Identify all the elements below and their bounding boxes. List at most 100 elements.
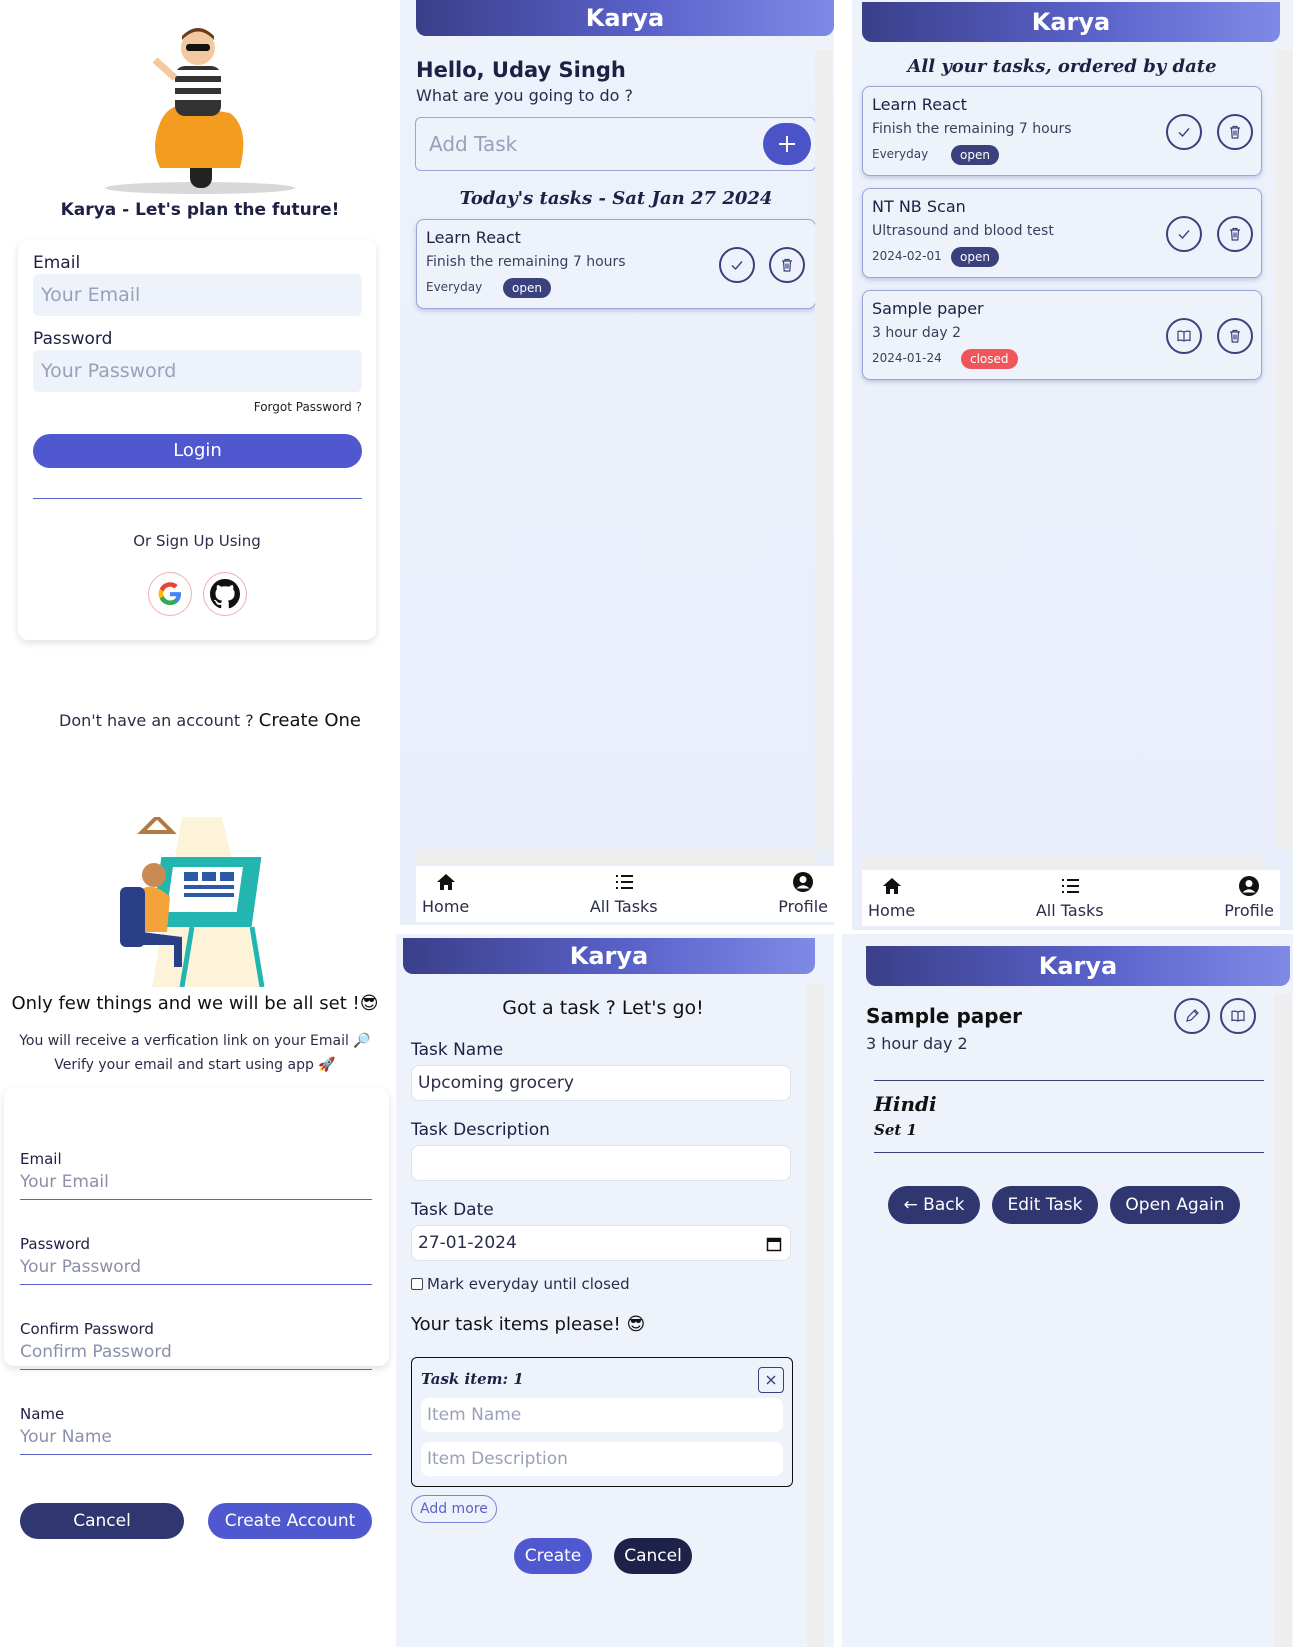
- horizontal-scrollbar[interactable]: [862, 855, 1262, 869]
- task-date: Everyday: [426, 280, 483, 294]
- name-field[interactable]: Your Name: [20, 1427, 372, 1455]
- app-header: Karya: [416, 0, 834, 36]
- google-button[interactable]: [148, 572, 192, 616]
- open-task-button[interactable]: [1220, 998, 1256, 1034]
- confirm-password-field[interactable]: Confirm Password: [20, 1342, 372, 1370]
- today-heading: Today's tasks - Sat Jan 27 2024: [459, 188, 773, 209]
- vertical-scrollbar[interactable]: [807, 984, 824, 1647]
- password-placeholder: Your Password: [20, 1257, 142, 1277]
- everyday-row: Mark everyday until closed: [411, 1275, 630, 1293]
- list-icon: [1061, 879, 1079, 893]
- password-label: Password: [20, 1235, 91, 1253]
- task-card[interactable]: NT NB Scan Ultrasound and blood test 202…: [862, 188, 1262, 278]
- item-name-input[interactable]: Item Name: [421, 1398, 783, 1432]
- home-icon: [882, 878, 901, 894]
- task-item-box: Task item: 1 Item Name Item Description: [411, 1357, 793, 1487]
- email-label: Email: [20, 1150, 62, 1168]
- item-description-placeholder: Item Description: [427, 1449, 568, 1469]
- create-button[interactable]: Create: [514, 1538, 592, 1574]
- user-icon: [793, 872, 814, 892]
- task-description-input[interactable]: [411, 1145, 791, 1181]
- add-more-button[interactable]: Add more: [411, 1495, 497, 1523]
- nav-all-tasks[interactable]: All Tasks: [1036, 875, 1104, 920]
- home-icon: [436, 874, 455, 890]
- trash-icon: [782, 258, 792, 272]
- cancel-button[interactable]: Cancel: [614, 1538, 692, 1574]
- or-signup-text: Or Sign Up Using: [133, 532, 261, 550]
- everyday-checkbox[interactable]: [411, 1278, 423, 1290]
- nav-profile[interactable]: Profile: [778, 871, 828, 916]
- nav-home-label: Home: [868, 901, 916, 920]
- item-description-input[interactable]: Item Description: [421, 1442, 783, 1476]
- signup-info-1: You will receive a verfication link on y…: [19, 1033, 371, 1049]
- delete-task-button[interactable]: [1217, 318, 1253, 354]
- cancel-button[interactable]: Cancel: [20, 1503, 184, 1539]
- add-task-button[interactable]: [763, 123, 811, 165]
- email-placeholder: Your Email: [20, 1172, 109, 1192]
- create-account-button[interactable]: Create Account: [208, 1503, 372, 1539]
- email-input[interactable]: Your Email: [33, 274, 362, 316]
- complete-task-button[interactable]: [1166, 114, 1202, 150]
- complete-task-button[interactable]: [719, 247, 755, 283]
- everyday-label: Mark everyday until closed: [427, 1275, 630, 1293]
- task-date: 2024-02-01: [872, 249, 942, 263]
- login-card: Email Your Email Password Your Password …: [18, 240, 376, 640]
- login-button[interactable]: Login: [33, 434, 362, 468]
- email-label: Email: [33, 253, 81, 273]
- nav-profile[interactable]: Profile: [1224, 875, 1274, 920]
- plus-icon: [779, 136, 795, 152]
- password-placeholder: Your Password: [41, 360, 177, 382]
- nav-home[interactable]: Home: [868, 875, 915, 920]
- delete-task-button[interactable]: [769, 247, 805, 283]
- task-card[interactable]: Learn React Finish the remaining 7 hours…: [416, 219, 816, 309]
- greeting: Hello, Uday Singh: [416, 58, 626, 82]
- create-one-link[interactable]: Create One: [259, 710, 361, 731]
- add-task-input[interactable]: Add Task: [415, 117, 816, 171]
- open-again-button[interactable]: Open Again: [1110, 1186, 1240, 1224]
- task-description-label: Task Description: [411, 1120, 550, 1140]
- status-badge: open: [503, 278, 551, 298]
- password-input[interactable]: Your Password: [33, 350, 362, 392]
- item-divider-top: [874, 1080, 1264, 1081]
- app-header: Karya: [862, 2, 1280, 42]
- complete-task-button[interactable]: [1166, 216, 1202, 252]
- remove-item-button[interactable]: [758, 1367, 784, 1393]
- signup-card-bottom: [4, 1360, 389, 1490]
- github-button[interactable]: [203, 572, 247, 616]
- create-task-screen: Karya Got a task ? Let's go! Task Name U…: [396, 934, 834, 1647]
- detail-description: 3 hour day 2: [866, 1034, 968, 1053]
- login-tagline: Karya - Let's plan the future!: [60, 200, 340, 220]
- google-icon: [158, 582, 181, 605]
- delete-task-button[interactable]: [1217, 216, 1253, 252]
- vertical-scrollbar[interactable]: [815, 50, 832, 850]
- list-icon: [615, 875, 633, 889]
- task-date: Everyday: [872, 147, 929, 161]
- nav-all-tasks[interactable]: All Tasks: [590, 871, 658, 916]
- app-header: Karya: [403, 938, 815, 974]
- edit-task-icon-button[interactable]: [1174, 998, 1210, 1034]
- vertical-scrollbar[interactable]: [1274, 994, 1291, 1647]
- task-card[interactable]: Learn React Finish the remaining 7 hours…: [862, 86, 1262, 176]
- forgot-password-link[interactable]: Forgot Password ?: [254, 400, 362, 414]
- task-date-input[interactable]: 27-01-2024: [411, 1225, 791, 1261]
- vertical-scrollbar[interactable]: [1276, 50, 1293, 850]
- delete-task-button[interactable]: [1217, 114, 1253, 150]
- edit-task-button[interactable]: Edit Task: [992, 1186, 1098, 1224]
- signup-heading: Only few things and we will be all set !…: [11, 993, 379, 1014]
- signup-info-2: Verify your email and start using app 🚀: [54, 1057, 336, 1073]
- back-button[interactable]: ← Back: [888, 1186, 980, 1224]
- task-card[interactable]: Sample paper 3 hour day 2 2024-01-24 clo…: [862, 290, 1262, 380]
- trash-icon: [1230, 227, 1240, 241]
- items-heading: Your task items please! 😎: [411, 1314, 646, 1335]
- task-name-input[interactable]: Upcoming grocery: [411, 1065, 791, 1101]
- email-field[interactable]: Your Email: [20, 1172, 372, 1200]
- task-description: Ultrasound and blood test: [872, 223, 1054, 239]
- task-title: Learn React: [872, 95, 967, 114]
- password-field[interactable]: Your Password: [20, 1257, 372, 1285]
- horizontal-scrollbar[interactable]: [416, 850, 816, 864]
- open-task-button[interactable]: [1166, 318, 1202, 354]
- nav-home[interactable]: Home: [422, 871, 469, 916]
- task-description: Finish the remaining 7 hours: [426, 254, 626, 270]
- calendar-icon[interactable]: [766, 1236, 782, 1252]
- pencil-icon: [1186, 1009, 1199, 1022]
